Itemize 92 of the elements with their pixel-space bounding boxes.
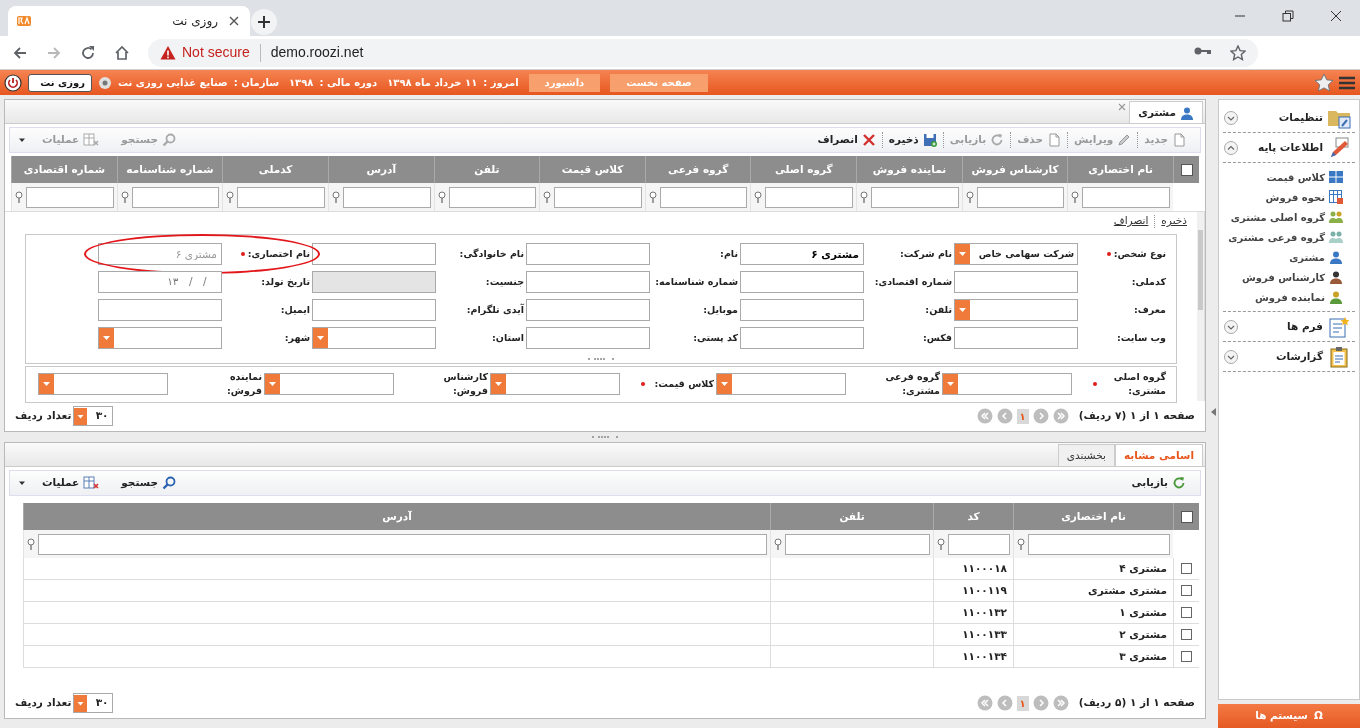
table-cell: مشتری ۳ [1013, 646, 1173, 667]
text-field[interactable]: مشتری ۶ [740, 243, 864, 265]
field-label: گروه فرعی مشتری: [884, 370, 940, 399]
menu-item[interactable]: نماینده فروش [1255, 289, 1325, 305]
table-cell: ۱۱۰۰۱۳۳ [933, 624, 1013, 645]
select-field[interactable]: شرکت سهامی خاص [954, 243, 1078, 265]
info-label: امروز : [483, 76, 519, 90]
toolbar-button[interactable]: انصراف [811, 132, 882, 148]
field-label: فکس: [923, 330, 952, 346]
column-header[interactable]: شماره اقتصادی [11, 156, 117, 183]
column-header[interactable]: نام اختصاری [1067, 156, 1173, 183]
field-label: نام شرکت: [899, 246, 952, 262]
field-label: گروه اصلی مشتری: [1112, 370, 1166, 399]
field-label: شماره اقتصادی: [874, 274, 952, 290]
column-header[interactable]: کلاس قیمت [539, 156, 645, 183]
column-header[interactable]: تلفن [433, 156, 540, 183]
tab[interactable]: اسامی مشابه [1114, 444, 1203, 466]
field-label: جنسیت: [485, 274, 524, 289]
menu-item[interactable]: کلاس قیمت [1266, 169, 1325, 185]
field-label: تاریخ تولد: [261, 274, 310, 290]
page-tab[interactable]: مشتری [1129, 101, 1203, 123]
field-label: آیدی تلگرام: [466, 302, 524, 317]
field-label: موبایل: [703, 302, 738, 318]
table-cell: ۱۱۰۰۱۱۹ [933, 580, 1013, 601]
page-summary: صفحه ۱ از ۱ (۷ ردیف) [1078, 408, 1195, 424]
field-label: معرف: [1134, 302, 1166, 317]
section-title[interactable]: اطلاعات پایه [1243, 139, 1323, 156]
url-text: demo.roozi.net [270, 43, 364, 62]
column-header[interactable]: آدرس [327, 156, 434, 183]
table-cell: ۱۱۰۰۰۱۸ [933, 558, 1013, 579]
menu-item[interactable]: گروه اصلی مشتری [1230, 209, 1325, 225]
text-field[interactable]: مشتری ۶ [98, 243, 222, 265]
info-value: صنایع غذایی روزی نت [118, 76, 228, 90]
field-label: وب سایت: [1116, 330, 1166, 345]
column-header[interactable]: آدرس [23, 503, 770, 530]
column-header[interactable]: کدملی [222, 156, 328, 183]
column-header[interactable]: گروه فرعی [644, 156, 751, 183]
page-size-select[interactable]: ۳۰ [73, 693, 114, 713]
table-cell: ۱۱۰۰۱۳۲ [933, 602, 1013, 623]
form-link[interactable]: ذخیره [1161, 213, 1187, 229]
info-label: سازمان : [233, 76, 279, 90]
app-button[interactable]: روزی نت [28, 73, 92, 92]
field-label: تلفن: [925, 302, 952, 318]
page-size-select[interactable]: ۳۰ [73, 406, 114, 426]
section-title[interactable]: تنظیمات [1243, 109, 1323, 126]
section-title[interactable]: گزارشات [1243, 348, 1323, 365]
column-header[interactable]: نام اختصاری [1013, 503, 1173, 530]
field-label: نام اختصاری: [247, 246, 310, 262]
toolbar-button[interactable]: ذخیره [881, 132, 943, 148]
page-summary: صفحه ۱ از ۱ (۵ ردیف) [1078, 695, 1195, 711]
field-label: ایمیل: [280, 302, 310, 317]
info-label: دوره مالی : [319, 76, 378, 90]
tab[interactable]: بخشبندی [1057, 444, 1115, 466]
browser-tab[interactable]: روزی نت [8, 6, 250, 36]
field-label: کلاس قیمت: [653, 377, 714, 392]
table-cell: مشتری مشتری [1013, 580, 1173, 601]
menu-item[interactable]: نحوه فروش [1265, 189, 1325, 205]
field-label: کارشناس فروش: [442, 370, 488, 399]
security-label[interactable]: Not secure [182, 42, 250, 63]
field-label: نماینده فروش: [226, 370, 262, 399]
column-header[interactable]: کد [933, 503, 1013, 530]
date-field[interactable]: ۱۳__/__/__ [98, 271, 222, 293]
form-link[interactable]: انصراف [1113, 213, 1149, 229]
field-label: نام خانوادگی: [459, 246, 524, 261]
toolbar-button[interactable]: عملیات [36, 475, 106, 491]
info-value: ۱۳۹۸ [289, 76, 314, 90]
field-label: شماره شناسنامه: [655, 274, 738, 290]
column-header[interactable]: نماینده فروش [856, 156, 962, 183]
column-header[interactable]: تلفن [770, 503, 933, 530]
table-cell: مشتری ۴ [1013, 558, 1173, 579]
menu-item[interactable]: مشتری [1289, 249, 1325, 265]
field-label: شهر: [284, 330, 310, 346]
section-title[interactable]: فرم ها [1243, 318, 1323, 335]
field-label: کدملی: [1131, 274, 1166, 289]
column-header[interactable]: کارشناس فروش [961, 156, 1068, 183]
toolbar-button[interactable]: بازیابی [1125, 475, 1192, 491]
info-value: ۱۱ خرداد ماه ۱۳۹۸ [387, 76, 478, 90]
table-cell: مشتری ۲ [1013, 624, 1173, 645]
toolbar-button[interactable]: جستجو [115, 475, 182, 491]
page-size-label: تعداد ردیف [15, 695, 72, 711]
column-header[interactable]: شماره شناسنامه [116, 156, 223, 183]
menu-item[interactable]: کارشناس فروش [1241, 269, 1325, 285]
field-label: نام: [720, 246, 738, 261]
page-size-label: تعداد ردیف [15, 408, 72, 424]
menu-item[interactable]: گروه فرعی مشتری [1228, 229, 1325, 245]
address-bar[interactable]: Not secure demo.roozi.net [148, 38, 1258, 67]
table-cell: ۱۱۰۰۱۳۴ [933, 646, 1013, 667]
column-header[interactable]: گروه اصلی [750, 156, 857, 183]
field-label: نوع شخص: [1113, 246, 1166, 262]
field-label: کد پستی: [693, 330, 738, 345]
table-cell: مشتری ۱ [1013, 602, 1173, 623]
field-label: استان: [492, 330, 524, 345]
